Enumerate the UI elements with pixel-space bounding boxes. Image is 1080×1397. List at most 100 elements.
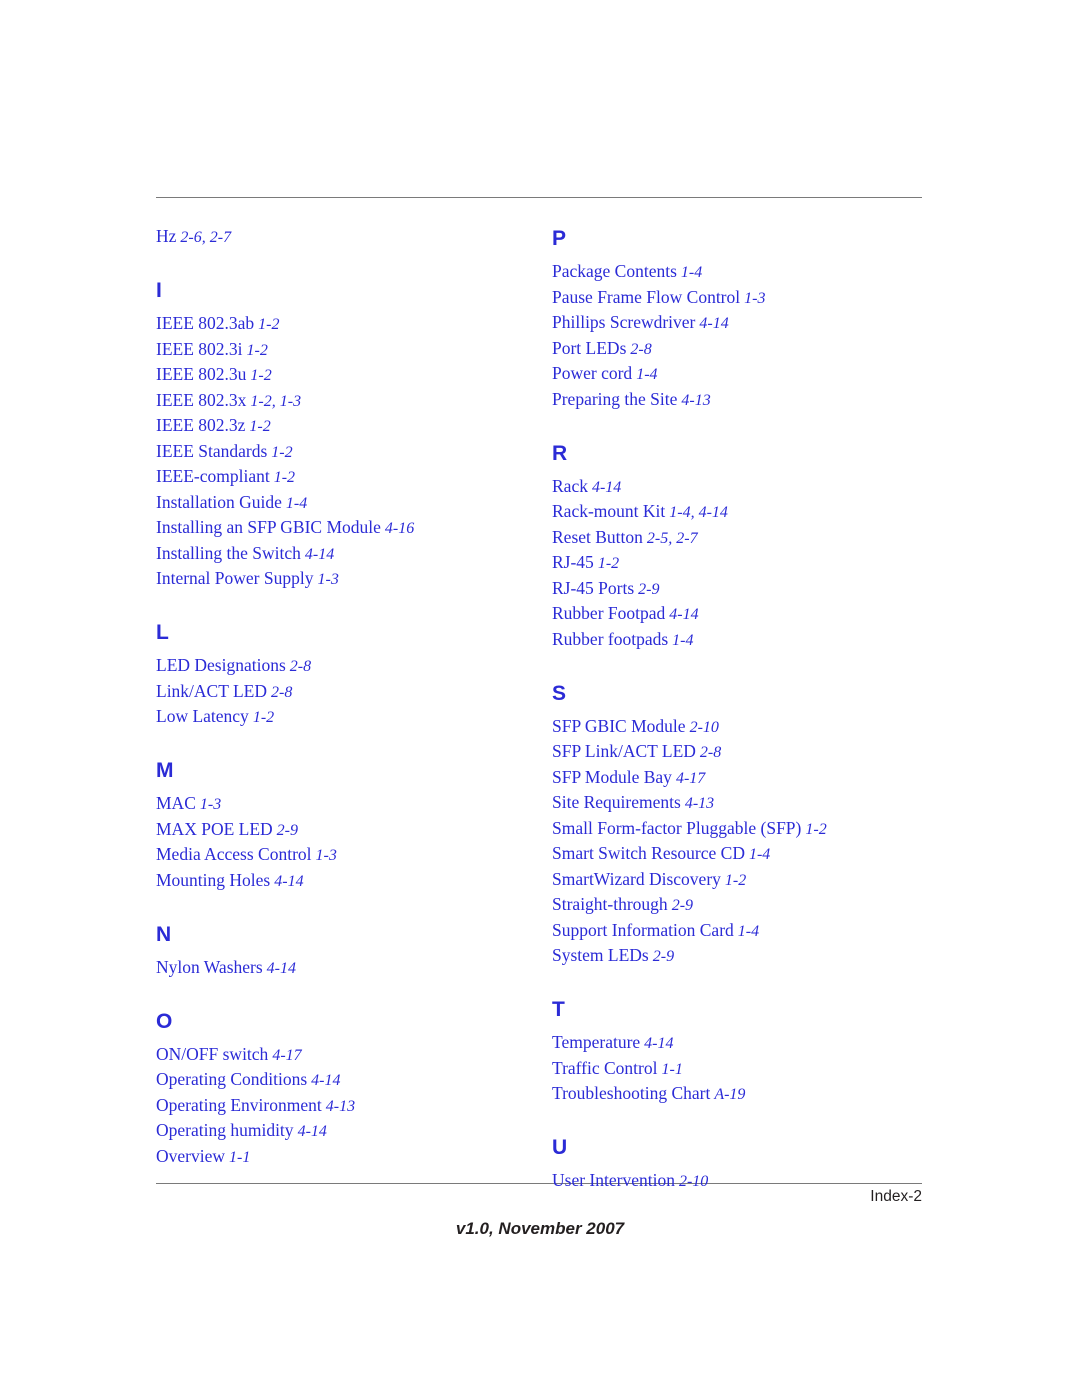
- index-entry[interactable]: Internal Power Supply 1-3: [156, 569, 536, 588]
- index-entry[interactable]: ON/OFF switch 4-17: [156, 1045, 536, 1064]
- index-entry[interactable]: MAC 1-3: [156, 794, 536, 813]
- index-entry[interactable]: Operating humidity 4-14: [156, 1121, 536, 1140]
- index-entry-page[interactable]: 2-8: [696, 744, 721, 761]
- index-entry-page[interactable]: 2-8: [626, 341, 651, 358]
- index-entry-page[interactable]: 2-9: [634, 581, 659, 598]
- index-entry[interactable]: Operating Conditions 4-14: [156, 1070, 536, 1089]
- index-entry[interactable]: Hz 2-6, 2-7: [156, 227, 536, 246]
- index-entry-page[interactable]: 2-10: [686, 719, 719, 736]
- index-entry[interactable]: SFP Link/ACT LED 2-8: [552, 742, 932, 761]
- index-entry[interactable]: Support Information Card 1-4: [552, 921, 932, 940]
- index-entry-page[interactable]: 1-4: [677, 264, 702, 281]
- index-entry[interactable]: Rack-mount Kit 1-4, 4-14: [552, 502, 932, 521]
- index-entry-page[interactable]: 2-8: [286, 658, 311, 675]
- index-entry[interactable]: RJ-45 Ports 2-9: [552, 579, 932, 598]
- index-entry[interactable]: IEEE 802.3i 1-2: [156, 340, 536, 359]
- index-entry-page[interactable]: 4-17: [672, 770, 705, 787]
- index-entry[interactable]: Power cord 1-4: [552, 364, 932, 383]
- index-entry-page[interactable]: 4-14: [665, 606, 698, 623]
- index-entry[interactable]: SFP Module Bay 4-17: [552, 768, 932, 787]
- index-entry-page[interactable]: 4-14: [294, 1123, 327, 1140]
- index-entry-page[interactable]: 1-3: [740, 290, 765, 307]
- index-entry[interactable]: SFP GBIC Module 2-10: [552, 717, 932, 736]
- index-entry-page[interactable]: 1-2: [245, 418, 270, 435]
- index-entry-page[interactable]: 1-2: [721, 872, 746, 889]
- index-entry[interactable]: Straight-through 2-9: [552, 895, 932, 914]
- index-entry[interactable]: Rubber footpads 1-4: [552, 630, 932, 649]
- index-entry-page[interactable]: 2-9: [649, 948, 674, 965]
- index-entry-page[interactable]: 1-4: [632, 366, 657, 383]
- index-entry-page[interactable]: 4-14: [263, 960, 296, 977]
- index-entry-page[interactable]: 4-14: [640, 1035, 673, 1052]
- index-entry-page[interactable]: 4-16: [381, 520, 414, 537]
- index-entry[interactable]: Low Latency 1-2: [156, 707, 536, 726]
- index-entry-page[interactable]: 1-3: [312, 847, 337, 864]
- index-entry[interactable]: Pause Frame Flow Control 1-3: [552, 288, 932, 307]
- index-entry[interactable]: Operating Environment 4-13: [156, 1096, 536, 1115]
- index-entry[interactable]: Package Contents 1-4: [552, 262, 932, 281]
- index-entry[interactable]: Installing an SFP GBIC Module 4-16: [156, 518, 536, 537]
- index-entry[interactable]: IEEE 802.3u 1-2: [156, 365, 536, 384]
- index-entry-page[interactable]: 1-2: [594, 555, 619, 572]
- index-entry-page[interactable]: 1-1: [225, 1149, 250, 1166]
- index-entry-page[interactable]: 1-2: [246, 367, 271, 384]
- index-entry-page[interactable]: 2-6, 2-7: [176, 229, 231, 246]
- index-entry-page[interactable]: 4-13: [322, 1098, 355, 1115]
- index-entry[interactable]: Rack 4-14: [552, 477, 932, 496]
- index-entry-page[interactable]: 4-14: [307, 1072, 340, 1089]
- index-entry[interactable]: Nylon Washers 4-14: [156, 958, 536, 977]
- index-entry-page[interactable]: 1-2: [243, 342, 268, 359]
- index-entry-page[interactable]: 1-1: [658, 1061, 683, 1078]
- index-entry[interactable]: Troubleshooting Chart A-19: [552, 1084, 932, 1103]
- index-entry-page[interactable]: 2-8: [267, 684, 292, 701]
- index-entry[interactable]: MAX POE LED 2-9: [156, 820, 536, 839]
- index-entry[interactable]: RJ-45 1-2: [552, 553, 932, 572]
- index-entry-page[interactable]: 4-14: [588, 479, 621, 496]
- index-entry[interactable]: Installing the Switch 4-14: [156, 544, 536, 563]
- index-entry-page[interactable]: 4-17: [268, 1047, 301, 1064]
- index-entry-page[interactable]: 4-13: [681, 795, 714, 812]
- index-entry-page[interactable]: 2-9: [668, 897, 693, 914]
- index-entry-page[interactable]: 1-4, 4-14: [665, 504, 728, 521]
- index-entry[interactable]: Media Access Control 1-3: [156, 845, 536, 864]
- index-entry-page[interactable]: 1-3: [196, 796, 221, 813]
- index-entry-page[interactable]: 1-2: [249, 709, 274, 726]
- index-entry-page[interactable]: 1-2: [801, 821, 826, 838]
- index-entry[interactable]: Site Requirements 4-13: [552, 793, 932, 812]
- index-entry-page[interactable]: 2-10: [675, 1173, 708, 1190]
- index-entry[interactable]: System LEDs 2-9: [552, 946, 932, 965]
- index-entry-page[interactable]: 4-14: [270, 873, 303, 890]
- index-entry-page[interactable]: 4-13: [677, 392, 710, 409]
- index-entry[interactable]: LED Designations 2-8: [156, 656, 536, 675]
- index-entry-page[interactable]: 1-4: [734, 923, 759, 940]
- index-entry-page[interactable]: A-19: [710, 1086, 745, 1103]
- index-entry-page[interactable]: 1-4: [745, 846, 770, 863]
- index-entry[interactable]: IEEE 802.3z 1-2: [156, 416, 536, 435]
- index-entry[interactable]: Small Form-factor Pluggable (SFP) 1-2: [552, 819, 932, 838]
- index-entry-page[interactable]: 4-14: [695, 315, 728, 332]
- index-entry[interactable]: Installation Guide 1-4: [156, 493, 536, 512]
- index-entry-page[interactable]: 1-2: [270, 469, 295, 486]
- index-entry[interactable]: IEEE Standards 1-2: [156, 442, 536, 461]
- index-entry[interactable]: Traffic Control 1-1: [552, 1059, 932, 1078]
- index-entry[interactable]: Preparing the Site 4-13: [552, 390, 932, 409]
- index-entry-page[interactable]: 1-2: [267, 444, 292, 461]
- index-entry[interactable]: Link/ACT LED 2-8: [156, 682, 536, 701]
- index-entry-page[interactable]: 1-2, 1-3: [246, 393, 301, 410]
- index-entry-page[interactable]: 1-2: [254, 316, 279, 333]
- index-entry[interactable]: Overview 1-1: [156, 1147, 536, 1166]
- index-entry[interactable]: Reset Button 2-5, 2-7: [552, 528, 932, 547]
- index-entry-page[interactable]: 1-4: [668, 632, 693, 649]
- index-entry[interactable]: IEEE 802.3x 1-2, 1-3: [156, 391, 536, 410]
- index-entry-page[interactable]: 2-5, 2-7: [643, 530, 698, 547]
- index-entry-page[interactable]: 2-9: [273, 822, 298, 839]
- index-entry[interactable]: Phillips Screwdriver 4-14: [552, 313, 932, 332]
- index-entry[interactable]: Rubber Footpad 4-14: [552, 604, 932, 623]
- index-entry[interactable]: Mounting Holes 4-14: [156, 871, 536, 890]
- index-entry[interactable]: Temperature 4-14: [552, 1033, 932, 1052]
- index-entry[interactable]: IEEE 802.3ab 1-2: [156, 314, 536, 333]
- index-entry-page[interactable]: 1-3: [313, 571, 338, 588]
- index-entry[interactable]: IEEE-compliant 1-2: [156, 467, 536, 486]
- index-entry-page[interactable]: 1-4: [282, 495, 307, 512]
- index-entry[interactable]: SmartWizard Discovery 1-2: [552, 870, 932, 889]
